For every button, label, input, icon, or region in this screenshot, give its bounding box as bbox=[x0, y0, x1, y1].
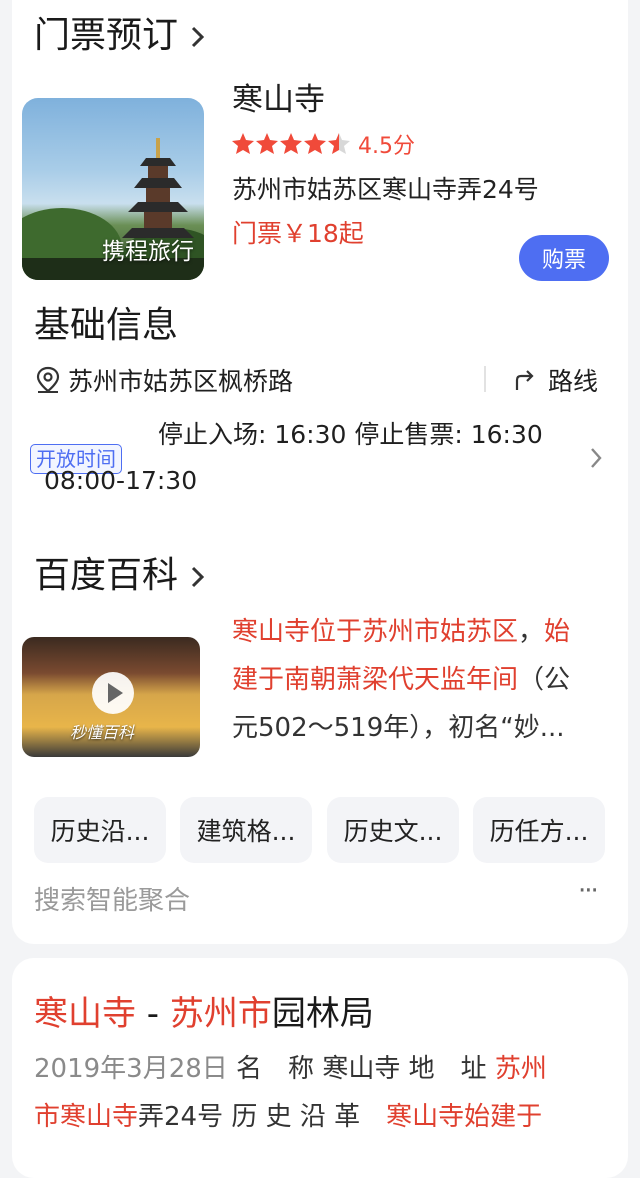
thumb-source-label: 携程旅行 bbox=[102, 239, 194, 265]
rating-row: 4.5分 bbox=[232, 128, 415, 160]
location-pin-icon bbox=[36, 366, 60, 393]
result-snippet-line2: 市寒山寺弄24号 历 史 沿 革 寒山寺始建于 bbox=[34, 1092, 542, 1142]
attraction-photo[interactable]: 携程旅行 bbox=[22, 98, 204, 280]
baike-chip-abbots[interactable]: 历任方... bbox=[473, 797, 605, 863]
result-snippet-line1: 2019年3月28日 名 称 寒山寺 地 址 苏州 bbox=[34, 1044, 547, 1094]
location-text: 苏州市姑苏区枫桥路 bbox=[68, 367, 294, 396]
baike-video-thumbnail[interactable]: 秒懂百科 bbox=[22, 637, 200, 757]
ticket-section-title: 门票预订 bbox=[34, 15, 179, 56]
chevron-right-icon bbox=[192, 26, 205, 48]
route-arrow-icon bbox=[515, 370, 534, 390]
divider bbox=[484, 366, 486, 392]
baike-summary-line1[interactable]: 寒山寺位于苏州市姑苏区，始 bbox=[232, 608, 570, 656]
result-title-highlight: 寒山寺 bbox=[34, 994, 136, 1034]
baike-chip-culture[interactable]: 历史文... bbox=[327, 797, 459, 863]
result-title[interactable]: 寒山寺 - 苏州市园林局 bbox=[34, 986, 374, 1035]
attraction-name[interactable]: 寒山寺 bbox=[232, 74, 325, 119]
ticket-section-header[interactable]: 门票预订 bbox=[34, 6, 207, 58]
summary-highlight: 寒山寺位于苏州市姑苏区 bbox=[232, 617, 519, 647]
buy-ticket-button[interactable]: 购票 bbox=[519, 235, 609, 281]
route-label: 路线 bbox=[548, 367, 599, 396]
result-date: 2019年3月28日 bbox=[34, 1054, 228, 1084]
result-title-text: 园林局 bbox=[271, 994, 374, 1034]
video-source-label: 秒懂百科 bbox=[70, 723, 135, 742]
info-section-title: 基础信息 bbox=[34, 305, 179, 346]
play-icon[interactable] bbox=[92, 672, 134, 714]
location-row[interactable]: 苏州市姑苏区枫桥路 bbox=[34, 362, 293, 398]
baike-summary-line2[interactable]: 建于南朝萧梁代天监年间（公 bbox=[232, 656, 570, 704]
rating-stars-icon bbox=[232, 133, 350, 154]
summary-text: ， bbox=[518, 617, 545, 647]
attraction-address: 苏州市姑苏区寒山寺弄24号 bbox=[232, 175, 539, 204]
hours-chevron-right-icon[interactable] bbox=[588, 446, 604, 470]
baike-chip-architecture[interactable]: 建筑格... bbox=[180, 797, 312, 863]
result-title-text: - bbox=[136, 994, 170, 1034]
result-text: 名 称 寒山寺 地 址 bbox=[227, 1054, 495, 1084]
summary-text: （公 bbox=[518, 665, 571, 695]
chevron-right-icon bbox=[192, 566, 205, 588]
more-options-icon[interactable]: ··· bbox=[578, 876, 599, 906]
ticket-price: 门票￥18起 bbox=[232, 219, 364, 248]
baike-summary-line3[interactable]: 元502～519年），初名“妙... bbox=[232, 704, 565, 752]
result-highlight: 苏州 bbox=[494, 1054, 547, 1084]
result-highlight: 市寒山寺 bbox=[34, 1102, 139, 1132]
aggregation-label: 搜索智能聚合 bbox=[34, 886, 191, 916]
hours-detail-line2: 08:00-17:30 bbox=[44, 466, 198, 495]
rating-text: 4.5分 bbox=[358, 134, 415, 159]
result-highlight: 寒山寺始建于 bbox=[386, 1102, 543, 1132]
hours-detail-line1: 停止入场: 16:30 停止售票: 16:30 bbox=[158, 420, 543, 449]
summary-highlight: 建于南朝萧梁代天监年间 bbox=[232, 665, 519, 695]
baike-section-title: 百度百科 bbox=[34, 555, 179, 596]
summary-highlight: 始 bbox=[544, 617, 571, 647]
result-text: 弄24号 历 史 沿 革 bbox=[138, 1102, 387, 1132]
result-title-highlight: 苏州市 bbox=[169, 994, 272, 1034]
route-button[interactable]: 路线 bbox=[512, 362, 598, 398]
baike-chip-history[interactable]: 历史沿... bbox=[34, 797, 166, 863]
baike-section-header[interactable]: 百度百科 bbox=[34, 546, 207, 598]
